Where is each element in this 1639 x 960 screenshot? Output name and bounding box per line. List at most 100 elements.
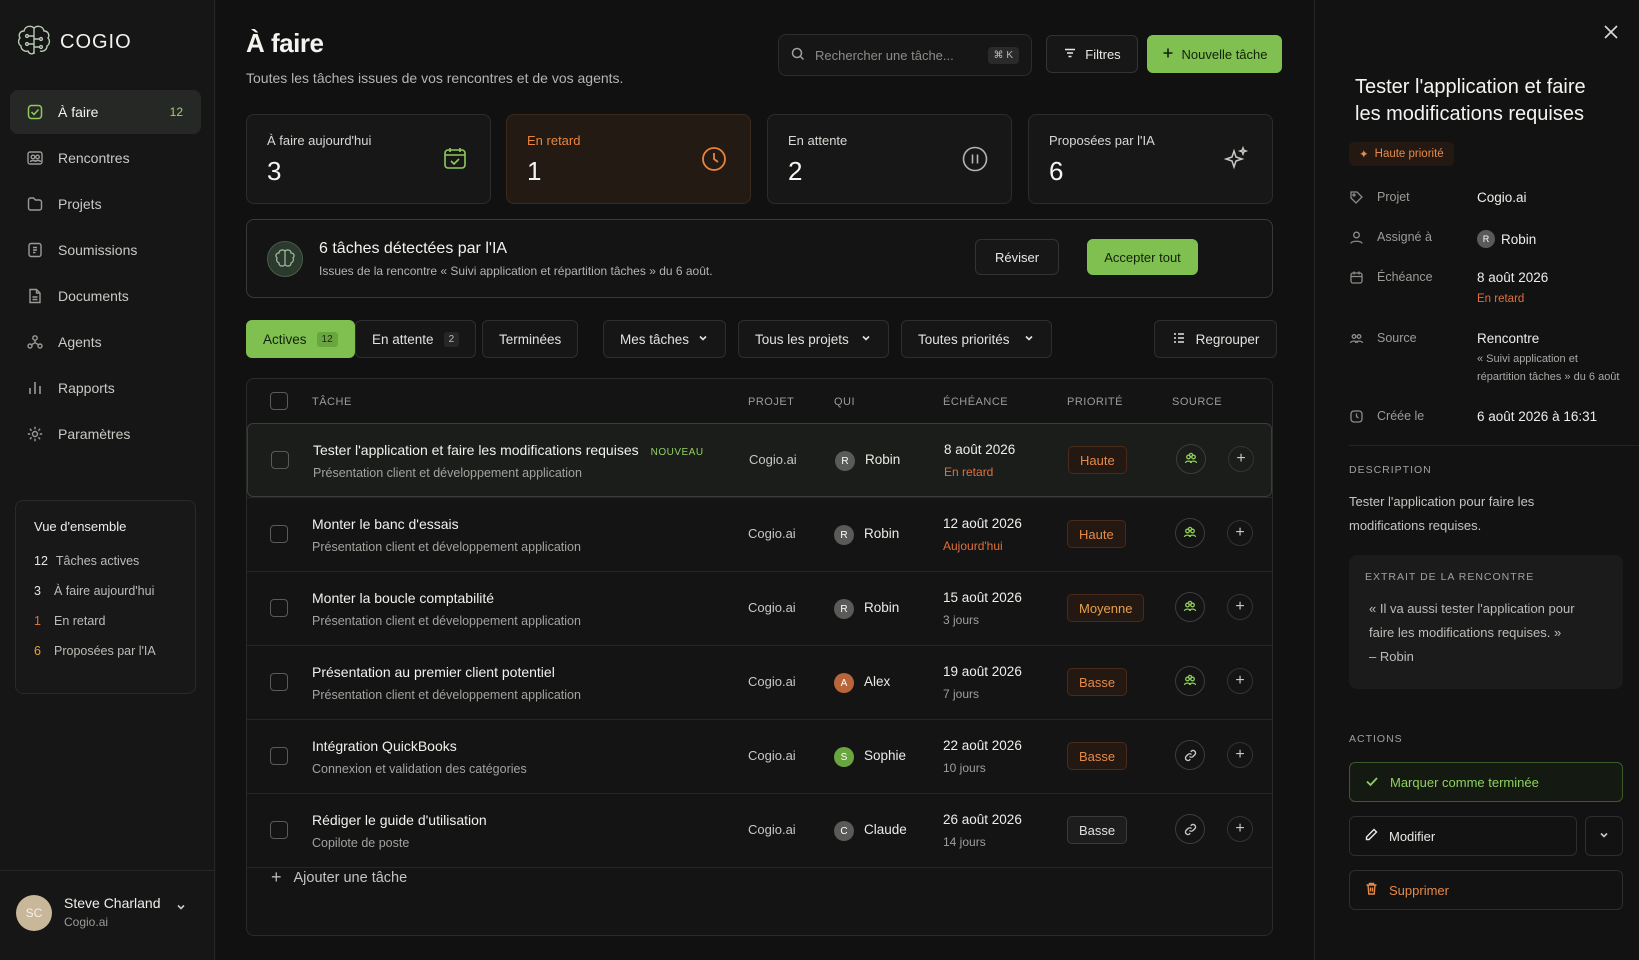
- task-subtitle: Présentation client et développement app…: [313, 466, 582, 480]
- source-meeting-icon[interactable]: [1175, 592, 1205, 622]
- row-add-button[interactable]: +: [1228, 446, 1254, 472]
- chevron-down-icon: [1598, 829, 1610, 844]
- page-subtitle: Toutes les tâches issues de vos rencontr…: [246, 70, 624, 86]
- search-input[interactable]: Rechercher une tâche... ⌘ K: [778, 34, 1032, 76]
- link-icon[interactable]: [1175, 814, 1205, 844]
- link-icon[interactable]: [1175, 740, 1205, 770]
- sidebar-item-agents[interactable]: Agents: [10, 320, 201, 364]
- row-checkbox[interactable]: [270, 673, 288, 691]
- column-header[interactable]: SOURCE: [1172, 396, 1222, 408]
- user-menu[interactable]: SC Steve Charland Cogio.ai: [0, 870, 214, 960]
- row-checkbox[interactable]: [270, 747, 288, 765]
- sidebar-item-rencontres[interactable]: Rencontres: [10, 136, 201, 180]
- source-meeting-icon[interactable]: [1176, 444, 1206, 474]
- table-row[interactable]: Monter la boucle comptabilité Présentati…: [247, 571, 1272, 645]
- stat-card-today[interactable]: À faire aujourd'hui 3: [246, 114, 491, 204]
- overview-count: 1: [34, 614, 41, 628]
- more-options-button[interactable]: [1585, 816, 1623, 856]
- detail-value[interactable]: Rencontre: [1477, 331, 1539, 346]
- priorities-dropdown[interactable]: Toutes priorités: [901, 320, 1052, 358]
- dropdown-label: Toutes priorités: [918, 331, 1010, 347]
- sparkle-icon: ✦: [1359, 149, 1369, 161]
- row-checkbox[interactable]: [270, 599, 288, 617]
- sidebar-item-soumissions[interactable]: Soumissions: [10, 228, 201, 272]
- source-meeting-icon[interactable]: [1175, 518, 1205, 548]
- clock-icon: [700, 145, 728, 176]
- column-header[interactable]: PROJET: [748, 396, 794, 408]
- select-all-checkbox[interactable]: [270, 392, 288, 410]
- task-due-date: 22 août 2026: [943, 738, 1022, 753]
- sidebar-item-a-faire[interactable]: À faire 12: [10, 90, 201, 134]
- sidebar-item-label: Rencontres: [58, 150, 130, 166]
- new-task-button[interactable]: Nouvelle tâche: [1147, 35, 1282, 73]
- detail-value-wrap[interactable]: R Robin: [1477, 230, 1536, 248]
- row-checkbox[interactable]: [270, 525, 288, 543]
- source-detail: répartition tâches » du 6 août: [1477, 371, 1620, 383]
- close-icon[interactable]: [1603, 20, 1619, 46]
- task-project: Cogio.ai: [748, 600, 796, 615]
- row-add-button[interactable]: +: [1227, 594, 1253, 620]
- column-header[interactable]: PRIORITÉ: [1067, 396, 1123, 408]
- stat-card-waiting[interactable]: En attente 2: [767, 114, 1012, 204]
- divider: [1349, 445, 1639, 446]
- task-due-date: 8 août 2026: [944, 442, 1016, 457]
- task-title: Tester l'application et faire les modifi…: [313, 442, 639, 458]
- priority-label: Haute priorité: [1374, 148, 1444, 160]
- table-row[interactable]: Rédiger le guide d'utilisation Copilote …: [247, 793, 1272, 867]
- row-add-button[interactable]: +: [1227, 742, 1253, 768]
- delete-button[interactable]: Supprimer: [1349, 870, 1623, 910]
- review-button[interactable]: Réviser: [975, 239, 1059, 275]
- tab-en-attente[interactable]: En attente 2: [355, 320, 477, 358]
- overview-row-late[interactable]: 1 En retard: [34, 614, 177, 628]
- column-header[interactable]: ÉCHÉANCE: [943, 396, 1008, 408]
- table-row[interactable]: Présentation au premier client potentiel…: [247, 645, 1272, 719]
- tab-label: Terminées: [499, 331, 562, 347]
- row-add-button[interactable]: +: [1227, 816, 1253, 842]
- task-assignee: Robin: [864, 600, 900, 615]
- edit-button[interactable]: Modifier: [1349, 816, 1577, 856]
- overview-row-active[interactable]: 12 Tâches actives: [34, 554, 177, 568]
- sidebar-item-documents[interactable]: Documents: [10, 274, 201, 318]
- mark-done-button[interactable]: Marquer comme terminée: [1349, 762, 1623, 802]
- overview-row-today[interactable]: 3 À faire aujourd'hui: [34, 584, 177, 598]
- my-tasks-dropdown[interactable]: Mes tâches: [603, 320, 726, 358]
- filters-button[interactable]: Filtres: [1046, 35, 1138, 73]
- logo[interactable]: COGIO: [16, 24, 132, 61]
- projects-dropdown[interactable]: Tous les projets: [738, 320, 889, 358]
- table-row[interactable]: Intégration QuickBooks Connexion et vali…: [247, 719, 1272, 793]
- tab-actives[interactable]: Actives 12: [246, 320, 355, 358]
- table-row[interactable]: Monter le banc d'essais Présentation cli…: [247, 497, 1272, 571]
- stat-card-ai[interactable]: Proposées par l'IA 6: [1028, 114, 1273, 204]
- tab-terminees[interactable]: Terminées: [482, 320, 579, 358]
- detail-value: 8 août 2026: [1477, 270, 1549, 285]
- group-button[interactable]: Regrouper: [1154, 320, 1277, 358]
- stat-card-late[interactable]: En retard 1: [506, 114, 751, 204]
- add-task-button[interactable]: + Ajouter une tâche: [271, 867, 407, 888]
- row-add-button[interactable]: +: [1227, 520, 1253, 546]
- row-checkbox[interactable]: [270, 821, 288, 839]
- overview-label: Proposées par l'IA: [54, 644, 156, 658]
- row-checkbox[interactable]: [271, 451, 289, 469]
- sidebar-item-rapports[interactable]: Rapports: [10, 366, 201, 410]
- column-header[interactable]: QUI: [834, 396, 855, 408]
- tasks-table: TÂCHE PROJET QUI ÉCHÉANCE PRIORITÉ SOURC…: [246, 378, 1273, 936]
- overview-label: À faire aujourd'hui: [54, 584, 155, 598]
- sidebar-item-parametres[interactable]: Paramètres: [10, 412, 201, 456]
- overview-row-ai[interactable]: 6 Proposées par l'IA: [34, 644, 177, 658]
- user-name: Steve Charland: [64, 895, 161, 911]
- dropdown-label: Tous les projets: [755, 331, 849, 347]
- table-row[interactable]: Tester l'application et faire les modifi…: [247, 423, 1272, 497]
- plus-icon: [1162, 47, 1174, 62]
- row-add-button[interactable]: +: [1227, 668, 1253, 694]
- people-icon: [1349, 331, 1364, 349]
- accept-all-button[interactable]: Accepter tout: [1087, 239, 1198, 275]
- sparkle-icon: [1222, 145, 1250, 176]
- search-placeholder: Rechercher une tâche...: [815, 47, 954, 63]
- source-meeting-icon[interactable]: [1175, 666, 1205, 696]
- priority-badge: Basse: [1067, 742, 1128, 770]
- ai-banner: 6 tâches détectées par l'IA Issues de la…: [246, 219, 1273, 298]
- task-title: Intégration QuickBooks: [312, 738, 457, 754]
- task-title-wrap: Tester l'application et faire les modifi…: [313, 442, 704, 458]
- sidebar-item-projets[interactable]: Projets: [10, 182, 201, 226]
- column-header[interactable]: TÂCHE: [312, 396, 352, 408]
